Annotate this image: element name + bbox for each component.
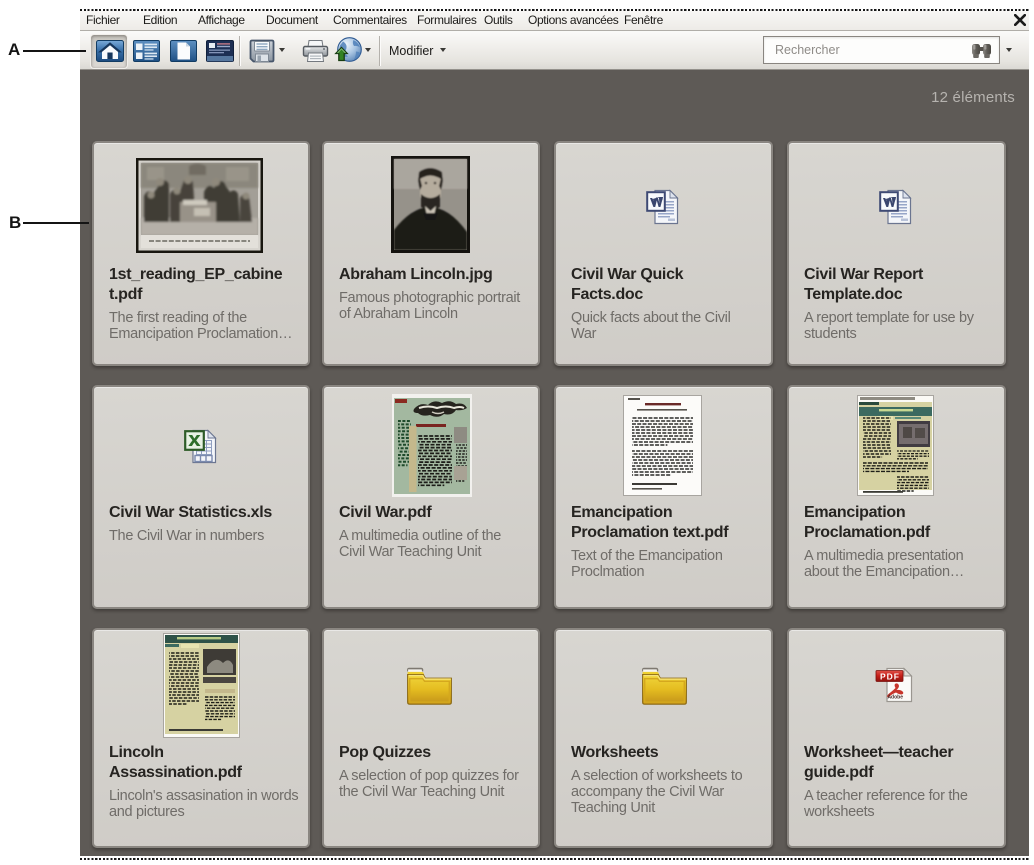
svg-text:PDF: PDF xyxy=(880,671,900,681)
svg-text:Adobe: Adobe xyxy=(887,695,903,701)
